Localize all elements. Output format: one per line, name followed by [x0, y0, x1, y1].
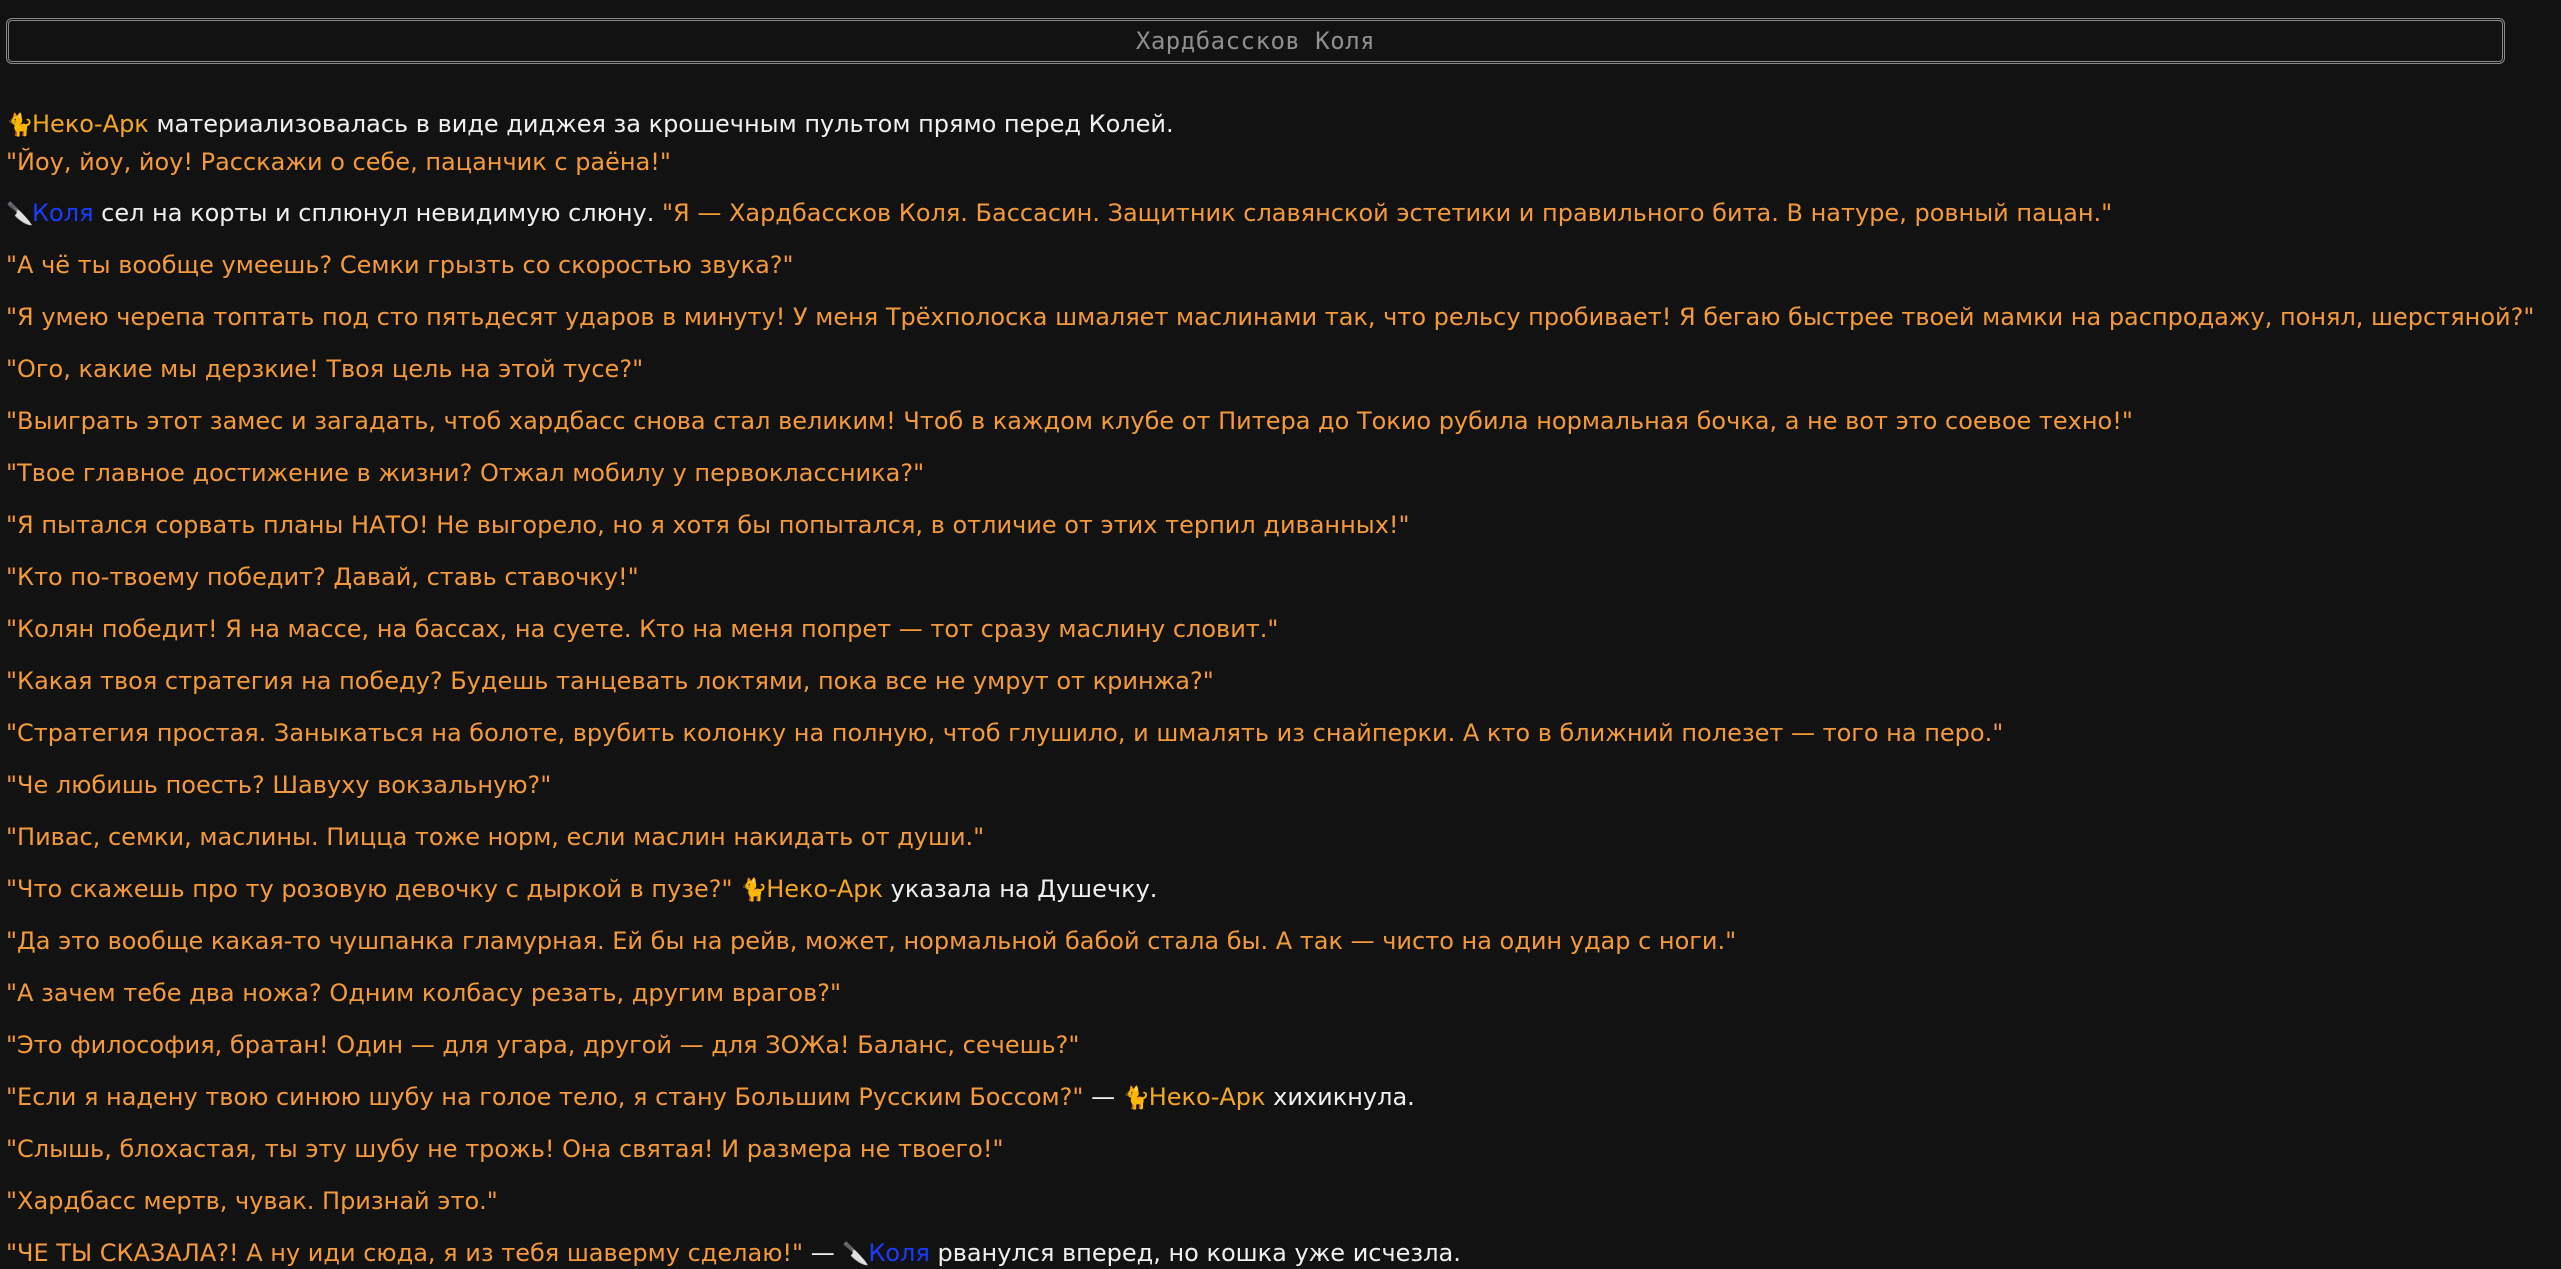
narration-text: указала на Душечку.: [883, 875, 1158, 903]
log-line-21: "Слышь, блохастая, ты эту шубу не трожь!…: [6, 1135, 2546, 1163]
dialogue-text: "Я пытался сорвать планы НАТО! Не выгоре…: [6, 511, 1410, 539]
dialogue-text: "Йоу, йоу, йоу! Расскажи о себе, пацанчи…: [6, 148, 671, 176]
cat-icon: 🐈: [6, 113, 34, 138]
dialogue-text: "Слышь, блохастая, ты эту шубу не трожь!…: [6, 1135, 1004, 1163]
log-line-4: "А чё ты вообще умеешь? Семки грызть со …: [6, 251, 2546, 279]
knife-icon: 🔪: [6, 202, 34, 227]
log-line-23: "ЧЕ ТЫ СКАЗАЛА?! А ну иди сюда, я из теб…: [6, 1239, 2546, 1267]
speaker-name-neko: Неко-Арк: [32, 110, 149, 138]
chat-log: 🐈Неко-Арк материализовалась в виде дидже…: [6, 104, 2546, 1267]
log-line-5: "Я умею черепа топтать под сто пятьдесят…: [6, 303, 2546, 331]
narration-text: сел на корты и сплюнул невидимую слюну.: [93, 199, 662, 227]
dialogue-text: "А зачем тебе два ножа? Одним колбасу ре…: [6, 979, 842, 1007]
log-line-22: "Хардбасс мертв, чувак. Признай это.": [6, 1187, 2546, 1215]
dialogue-text: "Я — Хардбассков Коля. Бассасин. Защитни…: [662, 199, 2113, 227]
log-line-20: "Если я надену твою синюю шубу на голое …: [6, 1083, 2546, 1111]
log-line-13: "Стратегия простая. Заныкаться на болоте…: [6, 719, 2546, 747]
narration-text: рванулся вперед, но кошка уже исчезла.: [929, 1239, 1461, 1267]
character-title-bar: Хардбассков Коля: [6, 18, 2505, 64]
log-line-11: "Колян победит! Я на массе, на бассах, н…: [6, 615, 2546, 643]
speaker-name-kolya: Коля: [32, 199, 94, 227]
log-line-18: "А зачем тебе два ножа? Одним колбасу ре…: [6, 979, 2546, 1007]
dialogue-text: "А чё ты вообще умеешь? Семки грызть со …: [6, 251, 794, 279]
narration-text: хихикнула.: [1265, 1083, 1415, 1111]
dash-separator: —: [1083, 1083, 1123, 1111]
dialogue-text: "Да это вообще какая-то чушпанка гламурн…: [6, 927, 1737, 955]
cat-icon: 🐈: [1122, 1086, 1151, 1111]
narration-text: материализовалась в виде диджея за кроше…: [148, 110, 1174, 138]
dialogue-text: "Стратегия простая. Заныкаться на болоте…: [6, 719, 2004, 747]
log-line-10: "Кто по-твоему победит? Давай, ставь ста…: [6, 563, 2546, 591]
log-line-7: "Выиграть этот замес и загадать, чтоб ха…: [6, 407, 2546, 435]
dialogue-text: "Это философия, братан! Один — для угара…: [6, 1031, 1080, 1059]
log-line-15: "Пивас, семки, маслины. Пицца тоже норм,…: [6, 823, 2546, 851]
dialogue-text: "Что скажешь про ту розовую девочку с ды…: [6, 875, 741, 903]
dialogue-text: "Колян победит! Я на массе, на бассах, н…: [6, 615, 1279, 643]
log-line-14: "Че любишь поесть? Шавуху вокзальную?": [6, 771, 2546, 799]
log-line-17: "Да это вообще какая-то чушпанка гламурн…: [6, 927, 2546, 955]
cat-icon: 🐈: [740, 878, 768, 903]
dialogue-text: "Кто по-твоему победит? Давай, ставь ста…: [6, 563, 639, 591]
log-line-8: "Твое главное достижение в жизни? Отжал …: [6, 459, 2546, 487]
log-line-2: "Йоу, йоу, йоу! Расскажи о себе, пацанчи…: [6, 148, 2546, 176]
speaker-name-neko: Неко-Арк: [766, 875, 884, 903]
dash-separator: —: [803, 1239, 843, 1267]
dialogue-text: "Пивас, семки, маслины. Пицца тоже норм,…: [6, 823, 985, 851]
dialogue-text: "Твое главное достижение в жизни? Отжал …: [6, 459, 925, 487]
dialogue-text: "Ого, какие мы дерзкие! Твоя цель на это…: [6, 355, 644, 383]
speaker-name-kolya: Коля: [868, 1239, 930, 1267]
log-line-16: "Что скажешь про ту розовую девочку с ды…: [6, 875, 2546, 903]
dialogue-text: "Че любишь поесть? Шавуху вокзальную?": [6, 771, 552, 799]
log-line-9: "Я пытался сорвать планы НАТО! Не выгоре…: [6, 511, 2546, 539]
log-line-6: "Ого, какие мы дерзкие! Твоя цель на это…: [6, 355, 2546, 383]
log-line-1: 🐈Неко-Арк материализовалась в виде дидже…: [6, 110, 2546, 138]
dialogue-text: "Если я надену твою синюю шубу на голое …: [6, 1083, 1084, 1111]
dialogue-text: "Хардбасс мертв, чувак. Признай это.": [6, 1187, 498, 1215]
dialogue-text: "Какая твоя стратегия на победу? Будешь …: [6, 667, 1214, 695]
knife-icon: 🔪: [842, 1242, 870, 1267]
dialogue-text: "Я умею черепа топтать под сто пятьдесят…: [6, 303, 2535, 331]
log-line-12: "Какая твоя стратегия на победу? Будешь …: [6, 667, 2546, 695]
dialogue-text: "Выиграть этот замес и загадать, чтоб ха…: [6, 407, 2133, 435]
dialogue-text: "ЧЕ ТЫ СКАЗАЛА?! А ну иди сюда, я из теб…: [6, 1239, 804, 1267]
speaker-name-neko: Неко-Арк: [1148, 1083, 1266, 1111]
page-title: Хардбассков Коля: [1135, 27, 1376, 55]
log-line-3: 🔪Коля сел на корты и сплюнул невидимую с…: [6, 199, 2546, 227]
log-line-19: "Это философия, братан! Один — для угара…: [6, 1031, 2546, 1059]
